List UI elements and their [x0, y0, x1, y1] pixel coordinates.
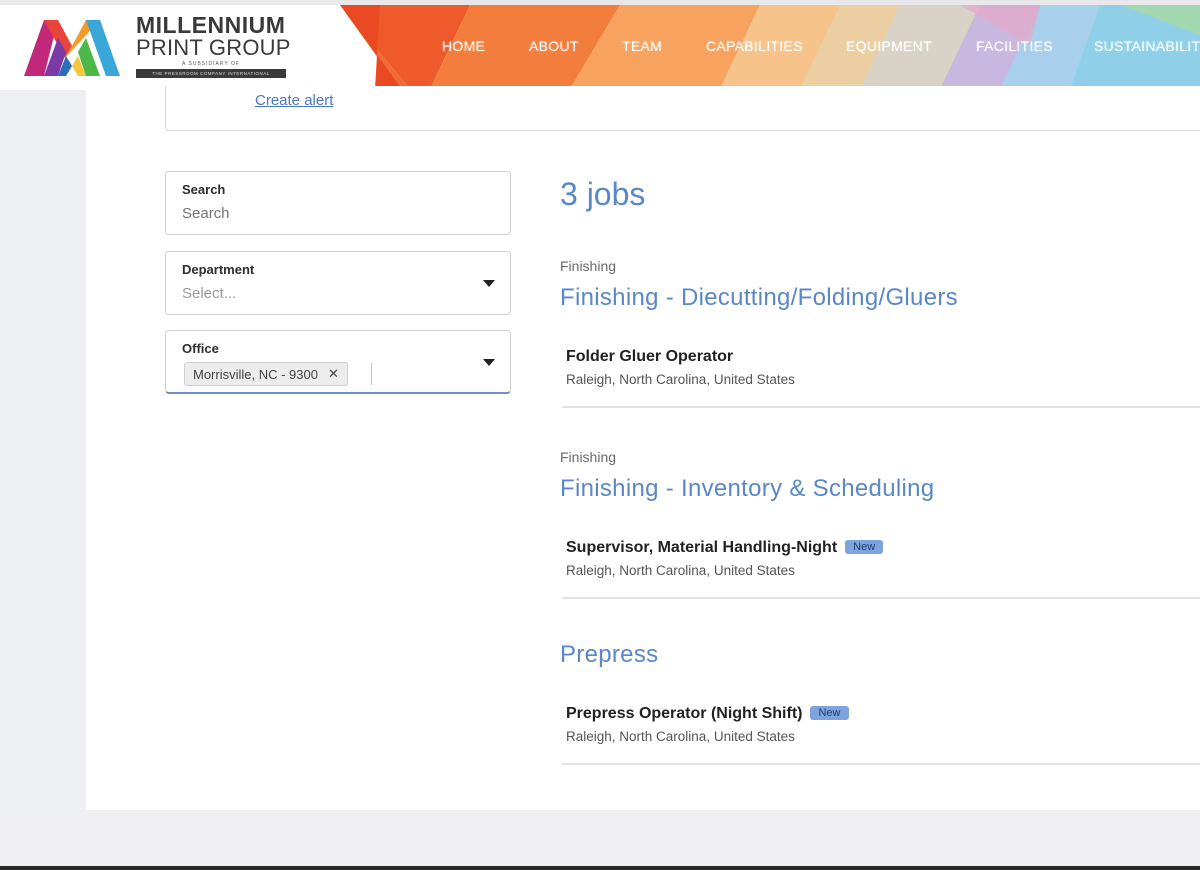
department-label: Department [182, 262, 255, 277]
job-listing[interactable]: Prepress Operator (Night Shift) New Ralei… [562, 705, 1200, 765]
job-listing[interactable]: Supervisor, Material Handling-Night New R… [562, 539, 1200, 599]
job-title[interactable]: Supervisor, Material Handling-Night New [566, 539, 884, 557]
nav-item-equipment[interactable]: EQUIPMENT [846, 38, 932, 54]
office-label: Office [182, 341, 219, 356]
create-alert-link[interactable]: Create alert [255, 92, 333, 109]
nav-item-capabilities[interactable]: CAPABILITIES [706, 38, 803, 54]
group-title: Finishing - Diecutting/Folding/Gluers [560, 284, 958, 311]
nav-item-facilities[interactable]: FACILITIES [976, 38, 1053, 54]
nav-item-sustainability[interactable]: SUSTAINABILITY [1094, 38, 1200, 54]
group-title: Finishing - Inventory & Scheduling [560, 475, 935, 502]
department-select[interactable]: Department Select... [165, 251, 511, 315]
close-icon[interactable]: ✕ [328, 366, 339, 382]
left-gutter [0, 90, 86, 810]
office-chip: Morrisville, NC - 9300 ✕ [184, 362, 348, 386]
office-chip-label: Morrisville, NC - 9300 [193, 366, 318, 382]
group-category-label: Finishing [560, 449, 617, 465]
group-title: Prepress [560, 641, 659, 668]
site-header: MILLENNIUM PRINT GROUP A SUBSIDIARY OF T… [0, 0, 1200, 90]
nav-item-about[interactable]: ABOUT [529, 38, 579, 54]
search-input[interactable] [182, 205, 482, 222]
chip-separator [371, 363, 372, 385]
chevron-down-icon[interactable] [483, 280, 495, 287]
search-label: Search [182, 182, 226, 197]
job-title[interactable]: Prepress Operator (Night Shift) New [566, 705, 849, 723]
jobs-count: 3 jobs [560, 176, 646, 212]
new-badge: New [845, 540, 884, 554]
job-location: Raleigh, North Carolina, United States [566, 372, 795, 387]
brand-parent-company: THE PRESSROOM COMPANY INTERNATIONAL [136, 69, 286, 78]
brand-name-line1: MILLENNIUM [136, 12, 286, 38]
group-category-label: Finishing [560, 258, 617, 274]
new-badge: New [810, 706, 849, 720]
main-nav: HOME ABOUT TEAM CAPABILITIES EQUIPMENT F… [0, 38, 1200, 58]
page-bottom [0, 810, 1200, 870]
nav-item-team[interactable]: TEAM [622, 38, 662, 54]
department-placeholder: Select... [182, 285, 237, 302]
job-title[interactable]: Folder Gluer Operator [566, 348, 733, 366]
chevron-down-icon[interactable] [483, 359, 495, 366]
office-select[interactable]: Office Morrisville, NC - 9300 ✕ [165, 330, 511, 394]
search-field[interactable]: Search [165, 171, 511, 235]
brand-subsidiary-line: A SUBSIDIARY OF [182, 61, 240, 67]
job-location: Raleigh, North Carolina, United States [566, 563, 795, 578]
nav-item-home[interactable]: HOME [442, 38, 485, 54]
job-listing[interactable]: Folder Gluer Operator Raleigh, North Car… [562, 348, 1200, 408]
bottom-border [0, 866, 1200, 870]
job-location: Raleigh, North Carolina, United States [566, 729, 795, 744]
